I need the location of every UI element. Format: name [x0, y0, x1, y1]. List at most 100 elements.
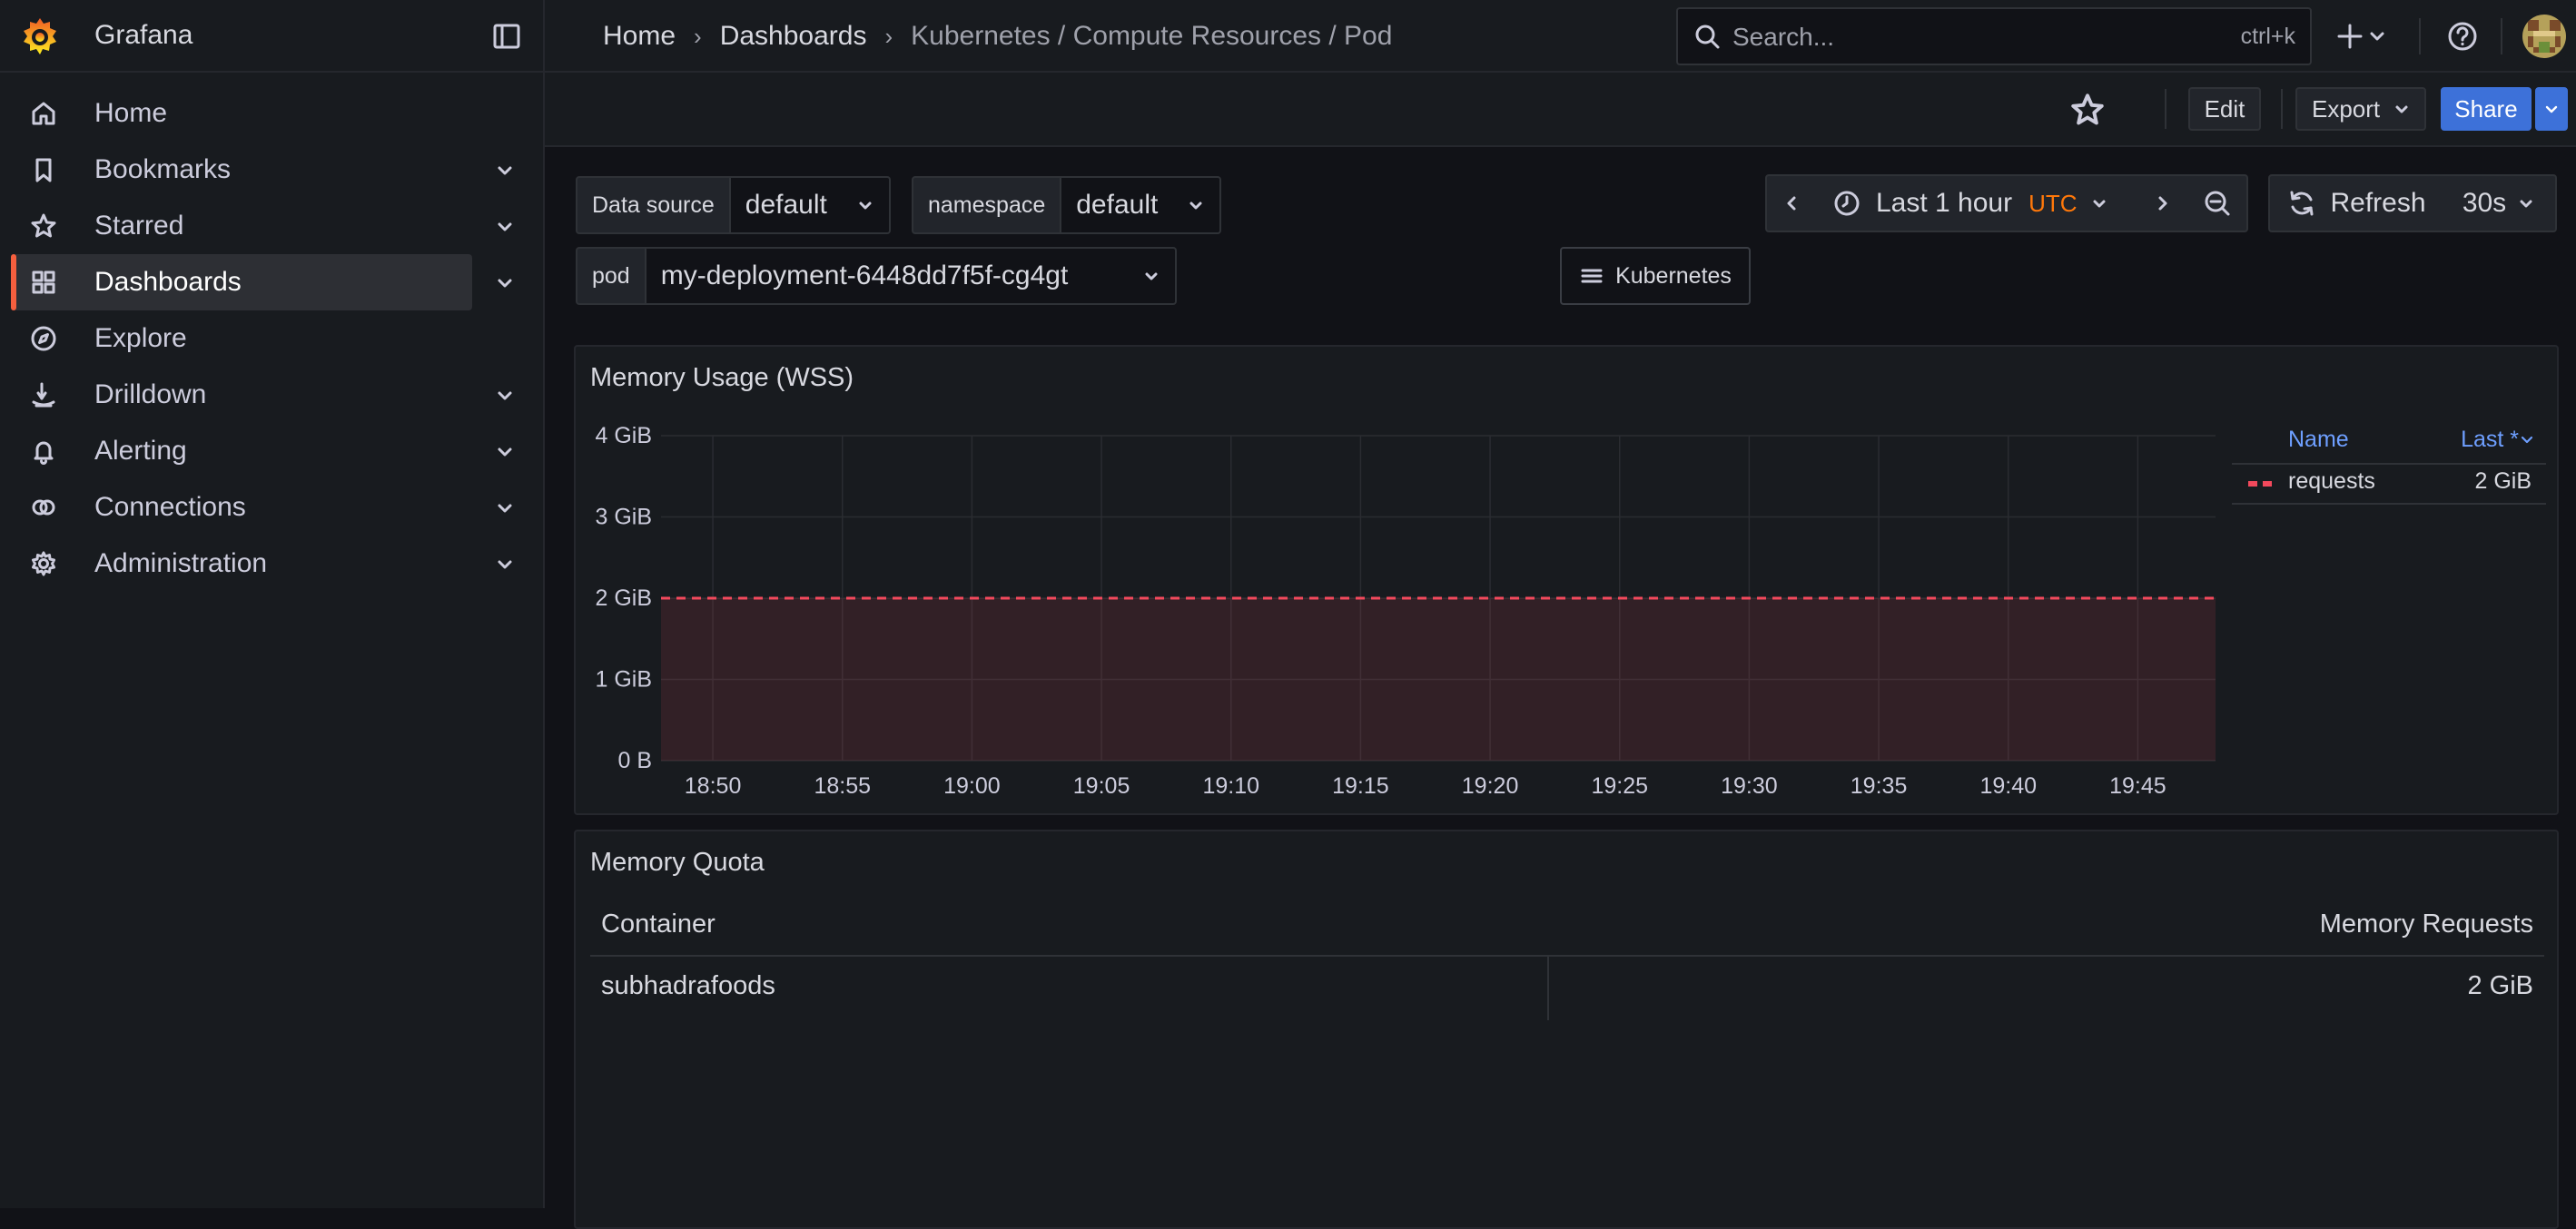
time-shift-forward-button[interactable]	[2137, 174, 2190, 232]
search-shortcut: ctrl+k	[2240, 24, 2295, 49]
time-range-label: Last 1 hour	[1876, 188, 2013, 218]
chevron-down-icon	[2093, 200, 2106, 208]
compass-icon	[29, 324, 58, 353]
help-icon[interactable]	[2444, 18, 2481, 54]
x-tick-label: 19:35	[1851, 773, 1908, 799]
app-name: Grafana	[94, 20, 193, 50]
datasource-select[interactable]: default	[730, 176, 891, 234]
table-row: subhadrafoods 2 GiB	[590, 957, 2544, 1020]
x-tick-label: 19:40	[1979, 773, 2037, 799]
sidebar-item-label: Bookmarks	[94, 154, 232, 184]
sidebar-item-label: Explore	[94, 323, 187, 353]
chevron-down-icon	[2395, 105, 2408, 113]
breadcrumb: Home › Dashboards › Kubernetes / Compute…	[603, 18, 1392, 54]
user-avatar[interactable]	[2522, 15, 2566, 58]
refresh-label: Refresh	[2330, 188, 2426, 218]
export-button[interactable]: Export	[2295, 87, 2426, 131]
legend-last-value: 2 GiB	[2474, 468, 2532, 494]
chevron-down-icon[interactable]	[489, 379, 521, 412]
legend-header: Name Last *	[2232, 427, 2546, 465]
star-dashboard-icon[interactable]	[2068, 91, 2107, 129]
column-divider	[1547, 957, 1549, 1020]
pod-select[interactable]: my-deployment-6448dd7f5f-cg4gt	[646, 247, 1177, 305]
sidebar-item-administration[interactable]: Administration	[13, 536, 472, 592]
x-tick-label: 18:50	[685, 773, 742, 799]
sidebar-item-drilldown[interactable]: Drilldown	[13, 367, 472, 423]
chevron-down-icon[interactable]	[489, 211, 521, 243]
memory-usage-chart[interactable]: 0 B 1 GiB 2 GiB 3 GiB 4 GiB 18:50 18:55 19:00 19…	[576, 347, 2228, 817]
kubernetes-link-label: Kubernetes	[1615, 262, 1732, 289]
series-swatch	[2248, 481, 2274, 487]
sidebar-item-label: Connections	[94, 492, 246, 522]
column-header-memory-requests[interactable]: Memory Requests	[2320, 909, 2533, 939]
sidebar-item-bookmarks[interactable]: Bookmarks	[13, 142, 472, 198]
breadcrumb-home[interactable]: Home	[603, 21, 676, 52]
sort-desc-icon	[2521, 436, 2533, 444]
search-box[interactable]: ctrl+k	[1676, 7, 2312, 65]
x-tick-label: 19:30	[1721, 773, 1778, 799]
x-tick-label: 19:45	[2109, 773, 2166, 799]
breadcrumb-dashboards[interactable]: Dashboards	[720, 21, 867, 52]
sidebar-item-label: Alerting	[94, 436, 187, 466]
cog-icon	[29, 549, 58, 578]
top-bar: Grafana Home › Dashboards › Kubernetes /…	[0, 0, 2576, 73]
legend-item-requests[interactable]: requests 2 GiB	[2232, 467, 2546, 505]
x-tick-label: 19:20	[1462, 773, 1519, 799]
share-menu-button[interactable]	[2535, 87, 2568, 131]
zoom-out-button[interactable]	[2188, 174, 2248, 232]
clock-icon	[1834, 191, 1860, 216]
sidebar-item-home[interactable]: Home	[13, 85, 472, 142]
chevron-down-icon	[1189, 202, 1202, 210]
breadcrumb-separator: ›	[884, 22, 893, 50]
legend-name-header[interactable]: Name	[2288, 427, 2349, 453]
chevron-down-icon[interactable]	[489, 267, 521, 300]
sidebar-item-alerting[interactable]: Alerting	[13, 423, 472, 479]
pod-value: my-deployment-6448dd7f5f-cg4gt	[660, 261, 1069, 290]
chevron-down-icon[interactable]	[489, 154, 521, 187]
chevron-down-icon[interactable]	[489, 492, 521, 525]
y-tick-label: 1 GiB	[595, 667, 652, 693]
kubernetes-dashboards-link[interactable]: Kubernetes	[1560, 247, 1751, 305]
dock-menu-icon[interactable]	[490, 20, 523, 53]
edit-button[interactable]: Edit	[2188, 87, 2261, 131]
x-tick-label: 19:25	[1591, 773, 1648, 799]
y-tick-label: 2 GiB	[595, 585, 652, 611]
memory-quota-panel[interactable]: Memory Quota Container Memory Requests s…	[574, 830, 2559, 1229]
variable-datasource: Data source default	[576, 176, 891, 234]
table-cell-container: subhadrafoods	[601, 971, 775, 1000]
variable-label: namespace	[912, 176, 1062, 234]
refresh-interval-picker[interactable]: 30s	[2443, 174, 2557, 232]
grafana-logo-icon[interactable]	[18, 15, 62, 58]
variable-label: Data source	[576, 176, 731, 234]
legend-last-header[interactable]: Last *	[2461, 427, 2519, 453]
search-input[interactable]	[1731, 16, 2152, 58]
y-tick-label: 0 B	[617, 748, 652, 773]
divider	[2165, 89, 2166, 129]
share-button[interactable]: Share	[2441, 87, 2532, 131]
new-menu-button[interactable]	[2335, 20, 2393, 53]
sidebar-item-connections[interactable]: Connections	[13, 479, 472, 536]
column-header-container[interactable]: Container	[601, 909, 716, 939]
sidebar-item-explore[interactable]: Explore	[13, 310, 472, 367]
dashboard-toolbar	[545, 73, 2576, 147]
divider	[2419, 18, 2421, 54]
breadcrumb-current: Kubernetes / Compute Resources / Pod	[911, 21, 1393, 51]
refresh-button[interactable]: Refresh	[2268, 174, 2444, 232]
chevron-down-icon	[859, 202, 872, 210]
sidebar-item-label: Starred	[94, 211, 184, 241]
sidebar-item-starred[interactable]: Starred	[13, 198, 472, 254]
bookmark-icon	[29, 155, 58, 184]
sidebar-item-label: Dashboards	[94, 267, 242, 297]
export-label: Export	[2312, 94, 2381, 123]
time-range-picker[interactable]: Last 1 hour UTC	[1816, 174, 2139, 232]
variable-pod: pod my-deployment-6448dd7f5f-cg4gt	[576, 247, 1177, 305]
namespace-value: default	[1076, 190, 1159, 220]
time-shift-back-button[interactable]	[1765, 174, 1818, 232]
chevron-down-icon[interactable]	[489, 436, 521, 468]
sidebar-item-dashboards[interactable]: Dashboards	[11, 254, 472, 310]
chevron-down-icon[interactable]	[489, 548, 521, 581]
share-label: Share	[2454, 94, 2518, 123]
memory-usage-panel[interactable]: Memory Usage (WSS) 0 B1 GiB 2 GiB 3 GiB 4 G…	[574, 345, 2559, 815]
apps-icon	[29, 268, 58, 297]
namespace-select[interactable]: default	[1061, 176, 1222, 234]
